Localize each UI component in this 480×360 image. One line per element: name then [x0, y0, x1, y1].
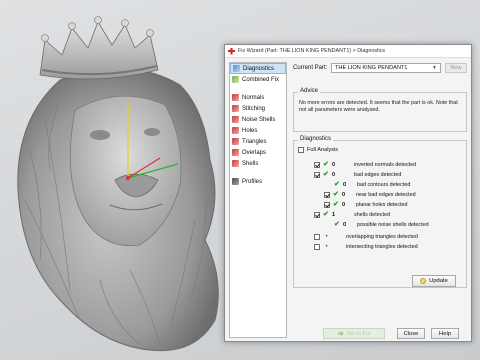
diag-count: 0: [343, 222, 347, 228]
diag-label: possible noise shells detected: [357, 222, 429, 228]
shells-icon: [232, 160, 239, 167]
profiles-icon: [232, 178, 239, 185]
diag-row-shells: ✔ 1 shells detected: [314, 211, 390, 219]
diag-checkbox[interactable]: [314, 212, 320, 218]
diag-label: bad contours detected: [357, 182, 411, 188]
diag-label: inverted normals detected: [354, 162, 417, 168]
stitching-icon: [232, 105, 239, 112]
overlaps-icon: [232, 149, 239, 156]
sidebar-item-diagnostics[interactable]: Diagnostics: [230, 63, 286, 74]
check-ok-icon: ✔: [323, 211, 329, 218]
diag-count: 1: [332, 212, 336, 218]
advice-label: Advice: [298, 88, 321, 94]
diagnostics-label: Diagnostics: [298, 136, 334, 142]
diag-count: 0: [343, 182, 347, 188]
diag-row-intersecting-triangles: • intersecting triangles detected: [314, 243, 418, 251]
unknown-status-icon: •: [325, 244, 328, 250]
fix-wizard-dialog: Fix Wizard (Part: THE LION KING PENDANT1…: [224, 44, 472, 342]
diag-row-noise-shells: ✔ 0 possible noise shells detected: [334, 221, 429, 229]
diag-checkbox[interactable]: [324, 192, 330, 198]
diag-label: intersecting triangles detected: [346, 244, 418, 250]
diag-checkbox[interactable]: [314, 244, 320, 250]
sidebar-item-noise-shells[interactable]: Noise Shells: [230, 114, 286, 125]
normals-icon: [232, 94, 239, 101]
dialog-titlebar[interactable]: Fix Wizard (Part: THE LION KING PENDANT1…: [225, 45, 471, 58]
sidebar-item-overlaps[interactable]: Overlaps: [230, 147, 286, 158]
wizard-main-panel: Current Part: THE LION KING PENDANT1 ▼ N…: [293, 62, 469, 338]
diagnostics-icon: [233, 65, 240, 72]
diag-checkbox[interactable]: [314, 172, 320, 178]
check-ok-icon: ✔: [333, 201, 339, 208]
diag-label: shells detected: [354, 212, 390, 218]
diag-checkbox[interactable]: [314, 162, 320, 168]
diag-checkbox[interactable]: [324, 202, 330, 208]
diag-checkbox[interactable]: [314, 234, 320, 240]
triangles-icon: [232, 138, 239, 145]
close-button[interactable]: Close: [397, 328, 425, 339]
advice-text: No more errors are detected. It seems th…: [299, 100, 458, 113]
diag-label: bad edges detected: [354, 172, 402, 178]
diag-count: 0: [342, 192, 346, 198]
chevron-down-icon: ▼: [432, 65, 437, 71]
sidebar-item-profiles[interactable]: Profiles: [230, 176, 286, 187]
checkbox[interactable]: [298, 147, 304, 153]
check-ok-icon: ✔: [334, 221, 340, 228]
diag-row-overlapping-triangles: • overlapping triangles detected: [314, 233, 418, 241]
diag-label: near bad edges detected: [356, 192, 416, 198]
sidebar-item-shells[interactable]: Shells: [230, 158, 286, 169]
help-button[interactable]: Help: [431, 328, 459, 339]
check-ok-icon: ✔: [333, 191, 339, 198]
sidebar-item-triangles[interactable]: Triangles: [230, 136, 286, 147]
diagnostics-group: Diagnostics Full Analysis ✔ 0 inverted n…: [293, 136, 467, 288]
check-ok-icon: ✔: [323, 171, 329, 178]
dialog-button-bar: Go to Fix Close Help: [293, 328, 469, 340]
noise-shells-icon: [232, 116, 239, 123]
diag-row-inverted-normals: ✔ 0 inverted normals detected: [314, 161, 416, 169]
current-part-select[interactable]: THE LION KING PENDANT1 ▼: [331, 63, 441, 73]
combined-fix-icon: [232, 76, 239, 83]
go-to-fix-button[interactable]: Go to Fix: [323, 328, 385, 339]
current-part-value: THE LION KING PENDANT1: [335, 65, 408, 71]
full-analysis-checkbox[interactable]: Full Analysis: [298, 147, 338, 153]
sidebar-item-combined-fix[interactable]: Combined Fix: [230, 74, 286, 85]
sidebar-item-stitching[interactable]: Stitching: [230, 103, 286, 114]
update-icon: [420, 278, 427, 284]
diag-row-bad-edges: ✔ 0 bad edges detected: [314, 171, 401, 179]
arrow-right-icon: [337, 331, 344, 336]
diag-count: 0: [332, 162, 336, 168]
unknown-status-icon: •: [325, 234, 328, 240]
new-button[interactable]: New: [445, 63, 467, 73]
app-icon: [228, 47, 235, 55]
current-part-row: Current Part: THE LION KING PENDANT1 ▼ N…: [293, 62, 469, 74]
dialog-title: Fix Wizard (Part: THE LION KING PENDANT1…: [238, 48, 386, 54]
holes-icon: [232, 127, 239, 134]
sidebar-item-normals[interactable]: Normals: [230, 92, 286, 103]
advice-group: Advice No more errors are detected. It s…: [293, 88, 467, 132]
diag-label: planar holes detected: [356, 202, 408, 208]
diag-row-planar-holes: ✔ 0 planar holes detected: [324, 201, 408, 209]
check-ok-icon: ✔: [323, 161, 329, 168]
current-part-label: Current Part:: [293, 65, 328, 71]
update-button[interactable]: Update: [412, 275, 456, 287]
wizard-sidebar: Diagnostics Combined Fix Normals Stitchi…: [229, 62, 287, 338]
diag-label: overlapping triangles detected: [346, 234, 418, 240]
diag-count: 0: [342, 202, 346, 208]
sidebar-item-holes[interactable]: Holes: [230, 125, 286, 136]
diag-row-near-bad-edges: ✔ 0 near bad edges detected: [324, 191, 416, 199]
diag-count: 0: [332, 172, 336, 178]
check-ok-icon: ✔: [334, 181, 340, 188]
diag-row-bad-contours: ✔ 0 bad contours detected: [334, 181, 410, 189]
